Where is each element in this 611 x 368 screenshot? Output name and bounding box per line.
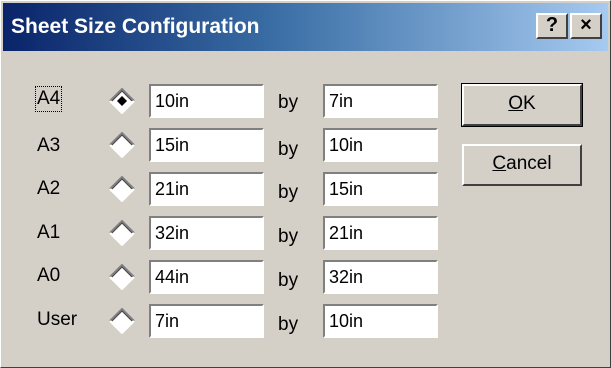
height-field-a2[interactable]: 15in <box>323 172 438 206</box>
size-label-a4: A4 <box>34 86 63 112</box>
radio-a0[interactable] <box>109 264 135 290</box>
radio-a2[interactable] <box>109 176 135 202</box>
title-bar[interactable]: Sheet Size Configuration ? × <box>3 3 608 51</box>
cancel-label: ancel <box>506 153 552 174</box>
by-label: by <box>278 139 299 160</box>
by-label: by <box>278 92 299 113</box>
height-field-a3[interactable]: 10in <box>323 128 438 162</box>
size-label-a1: A1 <box>37 222 61 243</box>
width-field-a0[interactable]: 44in <box>149 260 264 294</box>
close-button[interactable]: × <box>570 13 602 39</box>
size-label-a0: A0 <box>37 265 61 286</box>
sheet-size-dialog: Sheet Size Configuration ? × A4 10in by … <box>0 0 611 368</box>
size-label-a3: A3 <box>37 135 61 156</box>
width-field-user[interactable]: 7in <box>149 304 264 338</box>
size-label-a2: A2 <box>37 178 61 199</box>
height-field-a0[interactable]: 32in <box>323 260 438 294</box>
width-field-a4[interactable]: 10in <box>149 84 264 118</box>
width-field-a2[interactable]: 21in <box>149 172 264 206</box>
cancel-accelerator: C <box>492 153 507 174</box>
size-label-user: User <box>37 309 78 330</box>
radio-a4[interactable] <box>109 88 135 114</box>
width-field-a3[interactable]: 15in <box>149 128 264 162</box>
height-field-user[interactable]: 10in <box>323 304 438 338</box>
width-field-a1[interactable]: 32in <box>149 216 264 250</box>
by-label: by <box>278 270 299 291</box>
cancel-button[interactable]: Cancel <box>462 144 582 186</box>
radio-a3[interactable] <box>109 132 135 158</box>
ok-button[interactable]: OK <box>461 83 583 127</box>
by-label: by <box>278 182 299 203</box>
by-label: by <box>278 314 299 335</box>
height-field-a1[interactable]: 21in <box>323 216 438 250</box>
radio-a1[interactable] <box>109 220 135 246</box>
ok-accelerator: O <box>508 93 524 114</box>
by-label: by <box>278 226 299 247</box>
height-field-a4[interactable]: 7in <box>323 84 438 118</box>
ok-label: K <box>523 93 536 114</box>
help-button[interactable]: ? <box>536 13 568 39</box>
radio-user[interactable] <box>109 308 135 334</box>
dialog-title: Sheet Size Configuration <box>11 15 260 38</box>
